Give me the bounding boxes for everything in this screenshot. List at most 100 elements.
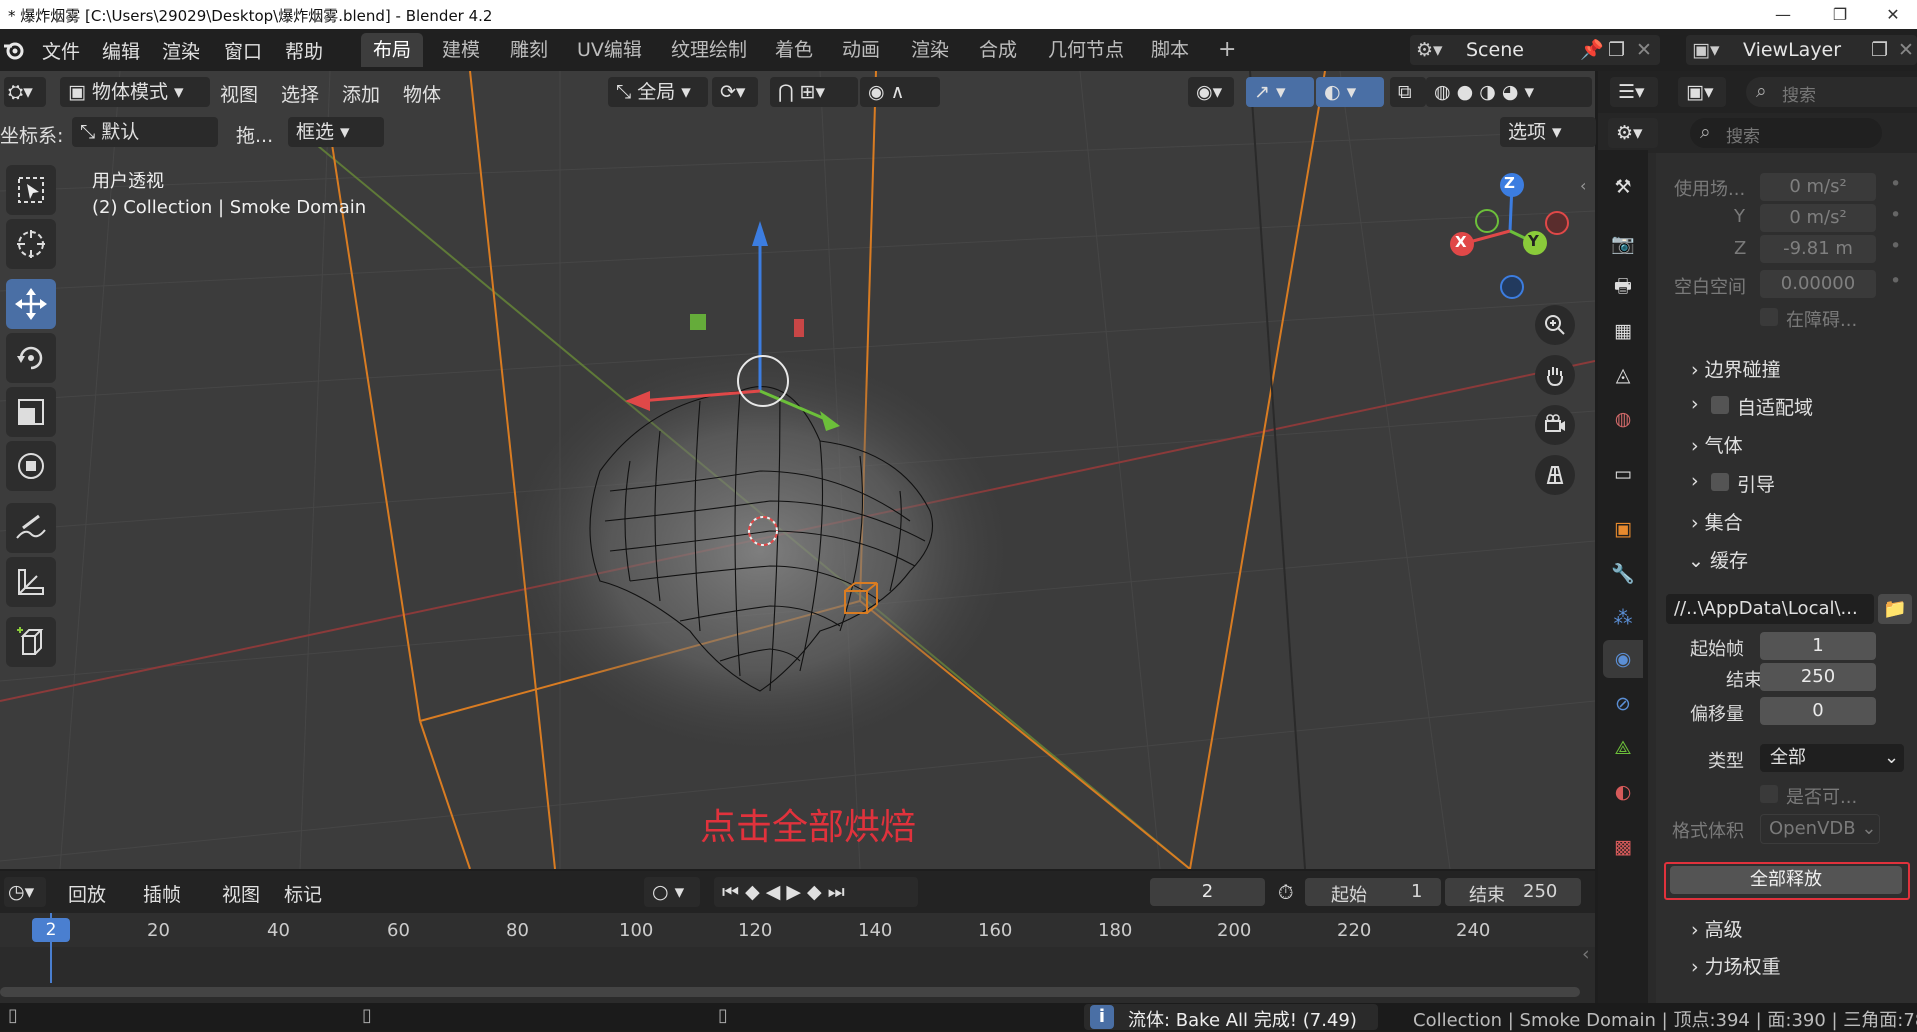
editor-type-icon[interactable]: ⛭▾: [4, 77, 46, 107]
scene-tab-icon[interactable]: ◬: [1608, 360, 1638, 390]
tab-uv-editing[interactable]: UV编辑: [565, 33, 654, 67]
physics-tab-icon[interactable]: ◉: [1608, 644, 1638, 674]
view-layer-selector[interactable]: ▣▾ ViewLayer ❐ ✕: [1686, 35, 1917, 65]
gravity-x-field[interactable]: 0 m/s²: [1760, 173, 1876, 201]
obstacle-checkbox[interactable]: [1760, 308, 1778, 326]
camera-view-icon[interactable]: [1535, 405, 1575, 445]
tab-scripting[interactable]: 脚本: [1139, 33, 1201, 67]
tab-layout[interactable]: 布局: [361, 33, 424, 67]
menu-object[interactable]: 物体: [403, 80, 441, 107]
delete-scene-icon[interactable]: ✕: [1636, 35, 1652, 65]
timeline-editor-icon[interactable]: ◷▾: [4, 877, 46, 907]
output-tab-icon[interactable]: 🖶: [1608, 273, 1638, 303]
cache-offset-field[interactable]: 0: [1760, 697, 1876, 725]
menu-help[interactable]: 帮助: [285, 37, 323, 64]
blender-logo-icon[interactable]: [2, 38, 26, 62]
outliner-editor-icon[interactable]: ☰▾: [1610, 77, 1658, 107]
gizmo-toggle-icon[interactable]: ↗ ▾: [1246, 77, 1314, 107]
start-frame-field[interactable]: 起始 1: [1305, 878, 1441, 906]
menu-render[interactable]: 渲染: [162, 37, 200, 64]
field-weights-panel[interactable]: › 力场权重: [1691, 952, 1781, 979]
render-tab-icon[interactable]: 📷: [1608, 228, 1638, 258]
menu-select[interactable]: 选择: [281, 80, 319, 107]
navigation-gizmo[interactable]: Z X Y: [1440, 171, 1580, 311]
cache-panel[interactable]: ⌄ 缓存: [1688, 546, 1748, 573]
tab-shading[interactable]: 着色: [763, 33, 825, 67]
keyframe-dot-icon[interactable]: •: [1890, 173, 1901, 195]
delete-view-layer-icon[interactable]: ✕: [1898, 35, 1914, 65]
measure-tool-icon[interactable]: [6, 557, 56, 607]
view-layer-tab-icon[interactable]: ▦: [1608, 316, 1638, 346]
overlay-toggle-icon[interactable]: ◐ ▾: [1316, 77, 1384, 107]
border-collision-panel[interactable]: › 边界碰撞: [1691, 355, 1781, 382]
menu-view[interactable]: 视图: [220, 80, 258, 107]
outliner-search-input[interactable]: ⌕ 搜索: [1746, 77, 1917, 107]
material-shading-icon[interactable]: ◑: [1479, 81, 1502, 103]
timeline-scrollbar[interactable]: [0, 987, 1580, 997]
guide-panel[interactable]: ›: [1691, 470, 1699, 492]
format-volume-dropdown[interactable]: OpenVDB ⌄: [1760, 814, 1880, 844]
prev-keyframe-icon[interactable]: ◆: [745, 881, 766, 903]
menu-add[interactable]: 添加: [342, 80, 380, 107]
tool-tab-icon[interactable]: ⚒: [1608, 172, 1638, 202]
tab-texture-paint[interactable]: 纹理绘制: [659, 33, 759, 67]
menu-edit[interactable]: 编辑: [102, 37, 140, 64]
pin-icon[interactable]: 📌: [1580, 35, 1604, 65]
stopwatch-icon[interactable]: ⏱: [1278, 880, 1294, 904]
options-dropdown[interactable]: 选项 ▾: [1500, 117, 1596, 147]
annotate-tool-icon[interactable]: [6, 503, 56, 553]
collection-panel[interactable]: › 集合: [1691, 508, 1743, 535]
modifier-tab-icon[interactable]: 🔧: [1608, 558, 1638, 588]
collapse-sidebar-icon[interactable]: ‹: [1580, 176, 1586, 195]
menu-marker[interactable]: 标记: [284, 880, 322, 907]
folder-icon[interactable]: 📁: [1878, 594, 1912, 624]
zoom-icon[interactable]: [1535, 305, 1575, 345]
timeline-collapse-icon[interactable]: ‹: [1582, 943, 1590, 965]
world-tab-icon[interactable]: ◍: [1608, 404, 1638, 434]
advanced-panel[interactable]: › 高级: [1691, 915, 1743, 942]
visibility-icon[interactable]: ◉▾: [1188, 77, 1234, 107]
guide-checkbox[interactable]: [1711, 473, 1729, 491]
pivot-point-icon[interactable]: ⟳▾: [712, 77, 758, 107]
cache-end-field[interactable]: 250: [1760, 663, 1876, 691]
play-icon[interactable]: ▶: [786, 881, 807, 903]
resumable-checkbox[interactable]: [1760, 785, 1778, 803]
auto-keying-icon[interactable]: ○ ▾: [644, 877, 700, 907]
menu-keying[interactable]: 插帧: [143, 880, 181, 907]
keyframe-dot-icon[interactable]: •: [1890, 235, 1901, 257]
properties-editor-icon[interactable]: ⚙▾: [1608, 118, 1658, 148]
empty-space-field[interactable]: 0.00000: [1760, 270, 1876, 298]
move-tool-icon[interactable]: [6, 279, 56, 329]
display-mode-icon[interactable]: ▣▾: [1678, 77, 1726, 107]
cache-type-dropdown[interactable]: 全部 ⌄: [1760, 744, 1904, 772]
cache-start-field[interactable]: 1: [1760, 632, 1876, 660]
perspective-grid-icon[interactable]: [1535, 455, 1575, 495]
adaptive-domain-checkbox[interactable]: [1711, 396, 1729, 414]
tab-animation[interactable]: 动画: [830, 33, 892, 67]
adaptive-domain-panel[interactable]: ›: [1691, 393, 1699, 415]
tab-rendering[interactable]: 渲染: [899, 33, 961, 67]
mode-dropdown[interactable]: ▣ 物体模式 ▾: [60, 77, 210, 107]
select-box-tool-icon[interactable]: [6, 165, 56, 215]
status-message-box[interactable]: i 流体: Bake All 完成! (7.49): [1084, 1004, 1378, 1031]
tab-geometry-nodes[interactable]: 几何节点: [1036, 33, 1136, 67]
jump-end-icon[interactable]: ⏭: [828, 881, 851, 903]
snap-icon[interactable]: ⋂ ⊞▾: [770, 77, 858, 107]
new-view-layer-icon[interactable]: ❐: [1871, 35, 1888, 65]
object-tab-icon[interactable]: ▣: [1608, 514, 1638, 544]
end-frame-field[interactable]: 结束 250: [1445, 878, 1581, 906]
close-button[interactable]: ✕: [1865, 0, 1917, 29]
add-workspace-button[interactable]: +: [1206, 33, 1248, 67]
rotate-tool-icon[interactable]: [6, 333, 56, 383]
particles-tab-icon[interactable]: ⁂: [1608, 603, 1638, 633]
3d-viewport[interactable]: 用户透视 (2) Collection | Smoke Domain 点击全部烘…: [0, 71, 1595, 869]
tab-modeling[interactable]: 建模: [430, 33, 492, 67]
bake-all-button[interactable]: 全部释放: [1670, 866, 1902, 894]
new-scene-icon[interactable]: ❐: [1608, 35, 1625, 65]
collection-tab-icon[interactable]: ▭: [1608, 459, 1638, 489]
menu-playback[interactable]: 回放: [68, 880, 106, 907]
current-frame-field[interactable]: 2: [1150, 878, 1265, 906]
material-tab-icon[interactable]: ◐: [1608, 777, 1638, 807]
properties-search-input[interactable]: ⌕ 搜索: [1690, 118, 1882, 148]
cursor-tool-icon[interactable]: [6, 219, 56, 269]
